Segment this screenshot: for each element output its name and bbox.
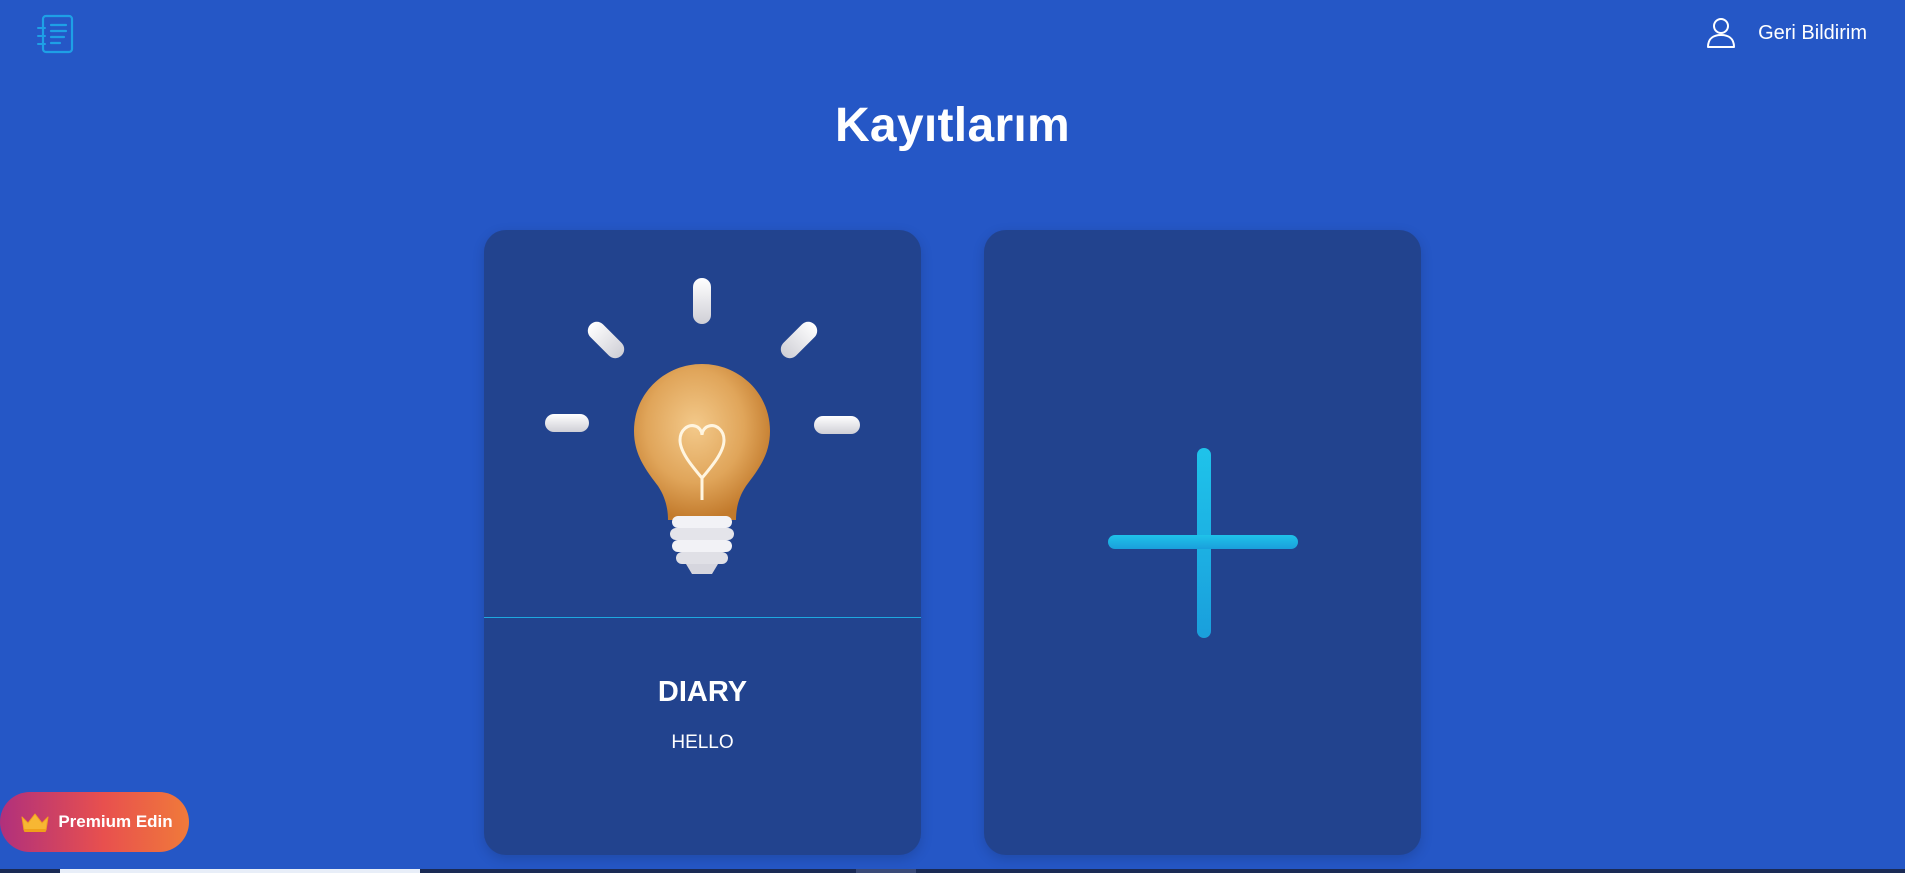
lightbulb-icon xyxy=(545,278,860,574)
record-subtitle: HELLO xyxy=(671,732,734,753)
header-actions: Geri Bildirim xyxy=(1706,17,1867,49)
card-divider xyxy=(484,617,921,618)
crown-icon xyxy=(21,813,49,832)
notes-list-icon[interactable] xyxy=(36,14,76,54)
scrollbar-thumb[interactable] xyxy=(60,869,420,873)
page-title: Kayıtlarım xyxy=(834,99,1071,152)
premium-button[interactable]: Premium Edin xyxy=(0,792,189,852)
record-title: DIARY xyxy=(657,676,748,708)
premium-label: Premium Edin xyxy=(58,812,173,831)
add-record-card[interactable] xyxy=(984,230,1421,855)
scrollbar-segment xyxy=(856,869,916,873)
plus-icon[interactable] xyxy=(1108,448,1298,638)
record-card[interactable]: DIARY HELLO xyxy=(484,230,921,855)
horizontal-scrollbar[interactable] xyxy=(0,869,1905,873)
user-icon[interactable] xyxy=(1706,17,1736,49)
feedback-link[interactable]: Geri Bildirim xyxy=(1758,22,1867,45)
